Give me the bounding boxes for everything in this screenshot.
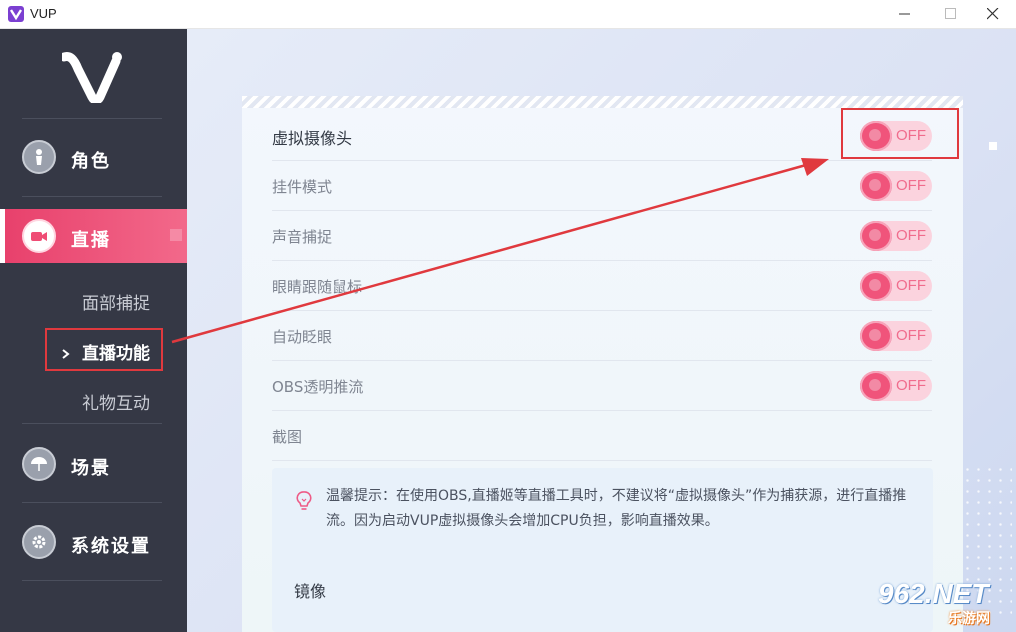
annotation-arrow <box>171 158 829 344</box>
watermark-sub: 乐游网 <box>948 611 990 627</box>
watermark-number: 962.NET <box>878 578 989 609</box>
watermark: 962.NET 乐游网 <box>878 578 1012 628</box>
